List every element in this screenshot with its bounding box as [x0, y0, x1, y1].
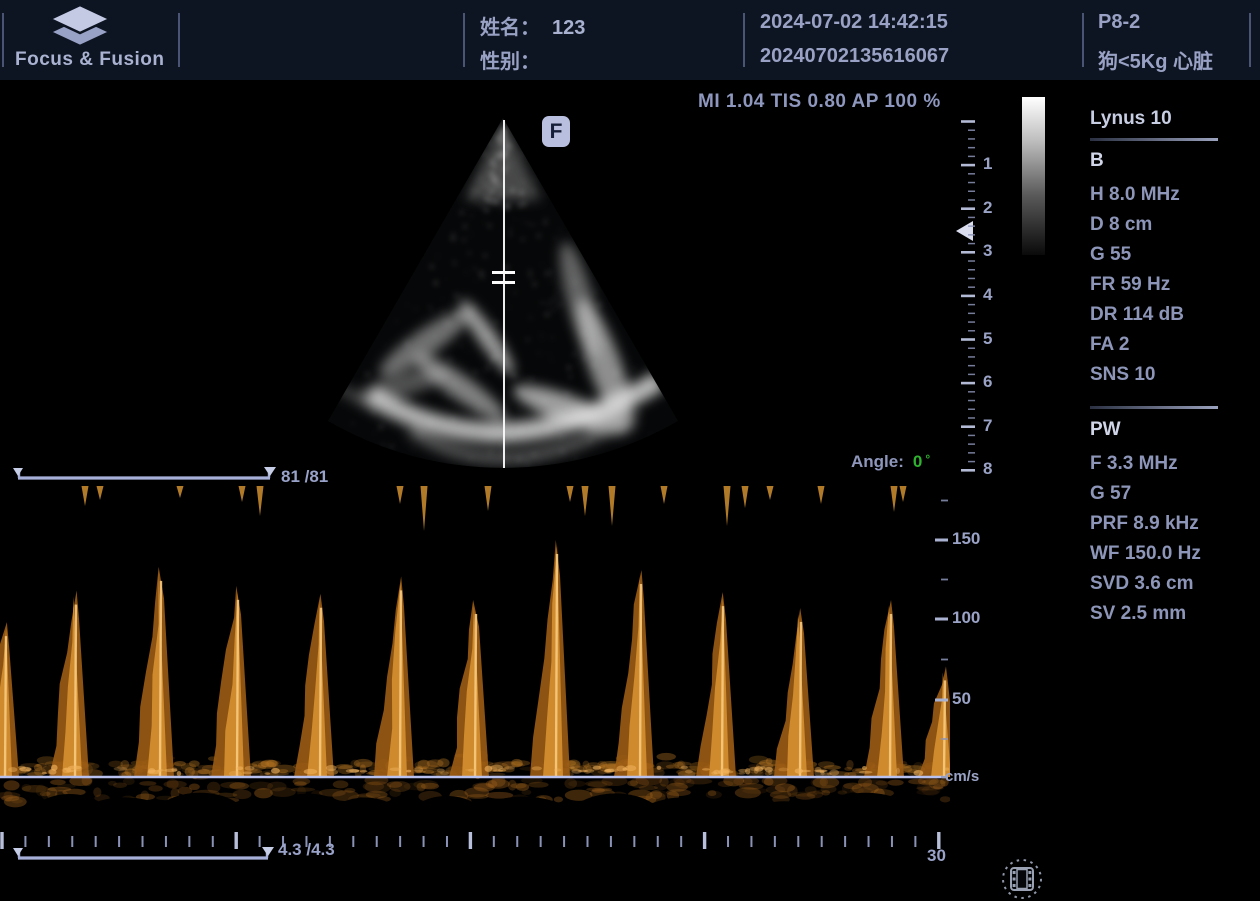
patient-name-label: 姓名： — [480, 17, 540, 39]
divider — [1082, 13, 1084, 67]
pw-section-title: PW — [1090, 419, 1121, 441]
time-axis-end-label: 30 — [927, 846, 946, 866]
velocity-label: 100 — [952, 608, 980, 628]
param-line: SV 2.5 mm — [1090, 603, 1186, 625]
pw-spectrum-trace — [0, 486, 950, 831]
velocity-label: 50 — [952, 689, 971, 709]
cine-clip-icon[interactable] — [999, 857, 1046, 901]
brand-logo: Focus & Fusion — [0, 0, 180, 80]
bmode-cine-counter: 81 /81 — [281, 467, 328, 487]
param-line: PRF 8.9 kHz — [1090, 513, 1199, 535]
divider — [743, 13, 745, 67]
param-line: FA 2 — [1090, 334, 1129, 356]
divider — [1249, 13, 1251, 67]
pw-cine-counter: 4.3 /4.3 — [278, 840, 335, 860]
system-name: Lynus 10 — [1090, 108, 1172, 130]
bmode-section-title: B — [1090, 150, 1104, 172]
param-line: FR 59 Hz — [1090, 274, 1170, 296]
depth-label: 6 — [983, 372, 1005, 392]
grayscale-bar — [1022, 97, 1045, 255]
sample-volume-gate-top[interactable] — [492, 271, 515, 274]
depth-label: 4 — [983, 285, 1005, 305]
pw-cursor-line[interactable] — [503, 120, 505, 468]
ultrasound-screen: Focus & Fusion 姓名：123 性别： 2024-07-02 14:… — [0, 0, 1260, 901]
param-line: F 3.3 MHz — [1090, 453, 1178, 475]
bmode-cine-scrubber[interactable] — [13, 467, 276, 478]
acoustic-output-info: MI 1.04 TIS 0.80 AP 100 % — [698, 91, 941, 113]
depth-label: 3 — [983, 241, 1005, 261]
angle-label: Angle: — [851, 452, 904, 471]
exam-id: 20240702135616067 — [760, 45, 949, 68]
focus-badge: F — [542, 116, 570, 147]
param-line: SNS 10 — [1090, 364, 1155, 386]
focus-marker-icon[interactable] — [956, 221, 973, 241]
sample-volume-gate-bottom[interactable] — [492, 281, 515, 284]
depth-label: 8 — [983, 459, 1005, 479]
top-bar: Focus & Fusion 姓名： 123 性别： 2024-07-02 14:… — [0, 0, 1260, 80]
gender-label: 性别： — [480, 51, 540, 73]
exam-preset: 狗<5Kg 心脏 — [1098, 45, 1213, 74]
time-ruler — [2, 832, 939, 849]
depth-label: 1 — [983, 154, 1005, 174]
angle-unit: ° — [925, 452, 930, 466]
sidebar-divider — [1090, 138, 1218, 141]
patient-name-value: 123 — [552, 17, 585, 39]
bmode-sector-image — [275, 85, 735, 485]
param-line: WF 150.0 Hz — [1090, 543, 1201, 565]
pw-cine-scrubber[interactable] — [13, 847, 274, 858]
param-line: DR 114 dB — [1090, 304, 1184, 326]
velocity-unit-label: cm/s — [945, 768, 979, 785]
angle-readout: Angle: 0° — [851, 452, 930, 472]
velocity-label: 150 — [952, 529, 980, 549]
brand-name: Focus & Fusion — [15, 49, 165, 71]
exam-datetime: 2024-07-02 14:42:15 — [760, 11, 948, 34]
depth-label: 7 — [983, 416, 1005, 436]
param-line: SVD 3.6 cm — [1090, 573, 1194, 595]
divider — [463, 13, 465, 67]
angle-value: 0 — [913, 452, 922, 471]
depth-label: 5 — [983, 329, 1005, 349]
depth-label: 2 — [983, 198, 1005, 218]
sidebar-divider — [1090, 406, 1218, 409]
param-line: D 8 cm — [1090, 214, 1152, 236]
param-line: G 57 — [1090, 483, 1131, 505]
probe-model: P8-2 — [1098, 11, 1140, 34]
param-line: G 55 — [1090, 244, 1131, 266]
depth-ruler — [961, 122, 975, 471]
brand-diamond-icon — [44, 4, 116, 46]
param-line: H 8.0 MHz — [1090, 184, 1180, 206]
